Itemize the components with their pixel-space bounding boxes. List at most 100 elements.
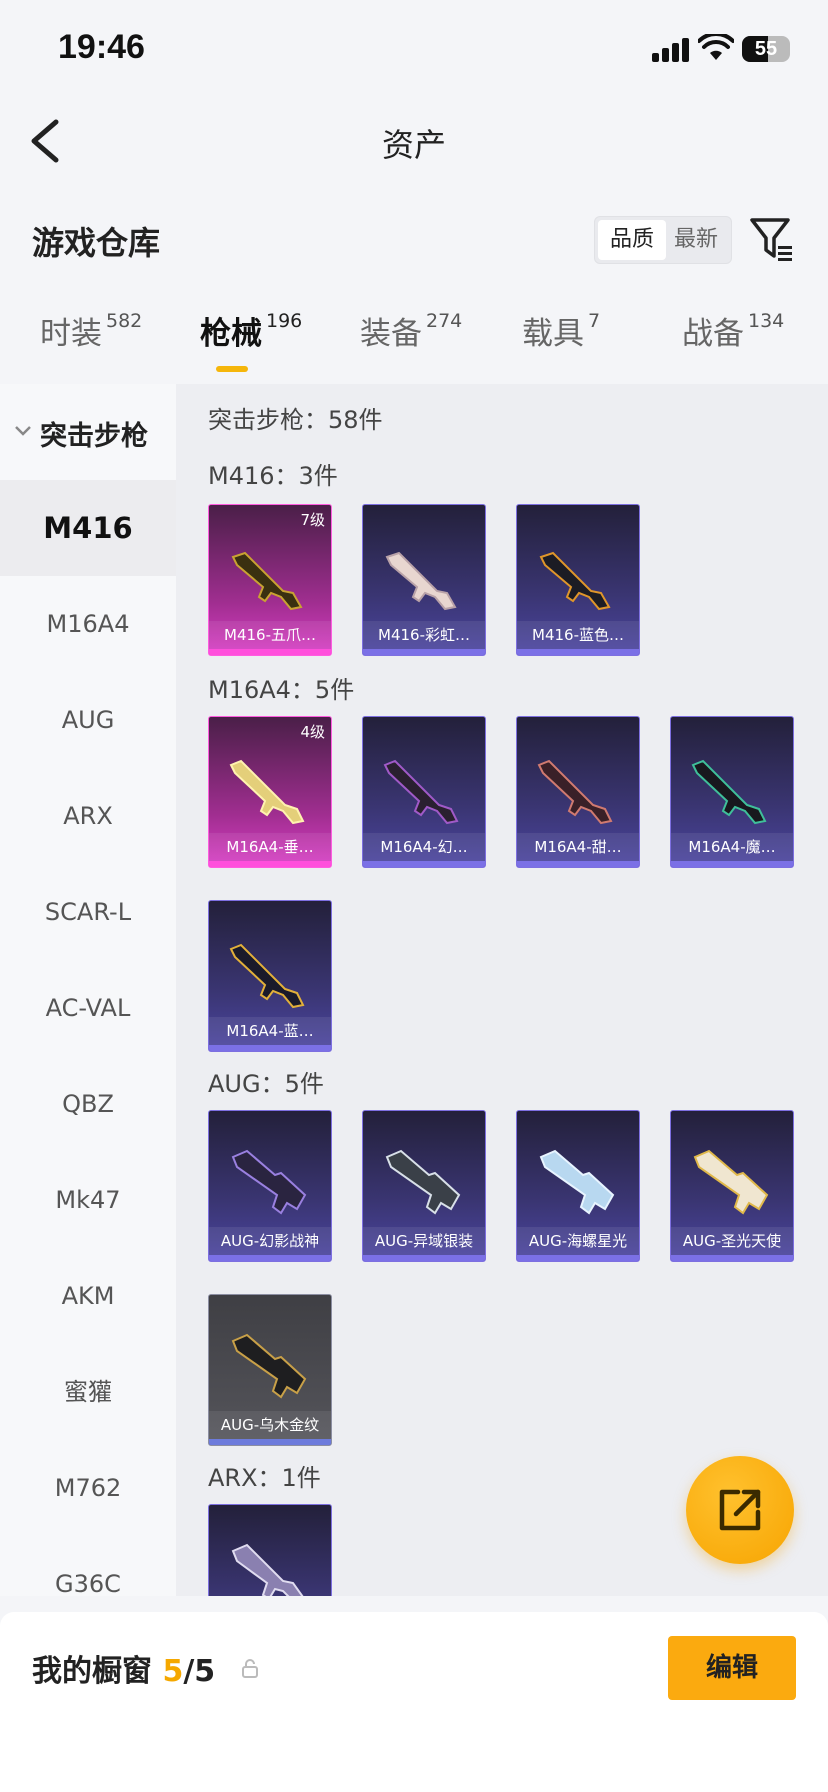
rifle-icon bbox=[383, 759, 459, 825]
skin-card[interactable]: AUG-乌木金纹 bbox=[208, 1294, 332, 1446]
tab-vehicles[interactable]: 载具 7 bbox=[522, 308, 600, 378]
nav-bar: 资产 bbox=[0, 100, 828, 180]
sidebar-item-m16a4[interactable]: M16A4 bbox=[0, 576, 176, 672]
rarity-stripe bbox=[209, 1255, 331, 1261]
tab-equipment[interactable]: 装备 274 bbox=[360, 308, 462, 378]
sort-quality-button[interactable]: 品质 bbox=[598, 220, 666, 260]
sidebar-item-akm[interactable]: AKM bbox=[0, 1248, 176, 1344]
wifi-icon bbox=[698, 34, 734, 60]
section-title: AUG：5件 bbox=[208, 1070, 324, 1098]
tab-fashion[interactable]: 时装 582 bbox=[40, 308, 142, 378]
sidebar-item-qbz[interactable]: QBZ bbox=[0, 1056, 176, 1152]
rifle-icon bbox=[231, 551, 303, 611]
sidebar-item-aug[interactable]: AUG bbox=[0, 672, 176, 768]
tab-guns[interactable]: 枪械 196 bbox=[200, 308, 302, 378]
lock-icon bbox=[242, 1659, 258, 1678]
rifle-icon bbox=[385, 1149, 461, 1215]
skin-name: M16A4-垂… bbox=[209, 833, 331, 861]
sidebar-item-m416[interactable]: M416 bbox=[0, 480, 176, 576]
tab-count: 7 bbox=[588, 310, 601, 332]
skin-card[interactable] bbox=[208, 1504, 332, 1596]
rifle-icon bbox=[385, 551, 457, 611]
skin-card[interactable]: M16A4-蓝… bbox=[208, 900, 332, 1052]
sidebar-item-arx[interactable]: ARX bbox=[0, 768, 176, 864]
rarity-stripe bbox=[209, 1045, 331, 1051]
rarity-stripe bbox=[517, 649, 639, 655]
skin-card[interactable]: M16A4-幻… bbox=[362, 716, 486, 868]
skin-name: AUG-乌木金纹 bbox=[209, 1411, 331, 1439]
rarity-stripe bbox=[363, 1255, 485, 1261]
sort-newest-button[interactable]: 最新 bbox=[662, 220, 730, 260]
active-tab-indicator bbox=[216, 366, 248, 372]
chevron-down-icon bbox=[15, 426, 31, 436]
battery-level: 55 bbox=[754, 38, 778, 60]
rarity-stripe bbox=[671, 1255, 793, 1261]
showcase-total-count: /5 bbox=[183, 1654, 216, 1689]
skin-card[interactable]: M416-彩虹… bbox=[362, 504, 486, 656]
sidebar-item-g36c[interactable]: G36C bbox=[0, 1536, 176, 1596]
sort-toggle: 品质 最新 bbox=[594, 216, 732, 264]
battery-icon: 55 bbox=[742, 36, 790, 62]
tab-label: 时装 bbox=[40, 316, 102, 352]
tab-count: 582 bbox=[106, 310, 143, 332]
section-title: ARX：1件 bbox=[208, 1464, 321, 1492]
skin-name: AUG-幻影战神 bbox=[209, 1227, 331, 1255]
category-summary: 突击步枪：58件 bbox=[208, 406, 383, 434]
sidebar-item-m762[interactable]: M762 bbox=[0, 1440, 176, 1536]
rifle-icon bbox=[539, 1149, 615, 1215]
skin-card[interactable]: 4级 M16A4-垂… bbox=[208, 716, 332, 868]
sidebar-item-mk47[interactable]: Mk47 bbox=[0, 1152, 176, 1248]
rifle-icon bbox=[231, 1543, 304, 1596]
rifle-icon bbox=[231, 1149, 307, 1215]
share-icon bbox=[719, 1489, 761, 1531]
tab-count: 196 bbox=[266, 310, 303, 332]
share-button[interactable] bbox=[686, 1456, 794, 1564]
skin-name: M416-彩虹… bbox=[363, 621, 485, 649]
showcase-title: 我的橱窗 bbox=[32, 1654, 152, 1689]
skin-card[interactable]: 7级 M416-五爪… bbox=[208, 504, 332, 656]
skin-name: AUG-圣光天使 bbox=[671, 1227, 793, 1255]
skin-card[interactable]: AUG-海螺星光 bbox=[516, 1110, 640, 1262]
rifle-icon bbox=[537, 759, 613, 825]
rifle-icon bbox=[229, 759, 305, 825]
skin-card[interactable]: AUG-异域银装 bbox=[362, 1110, 486, 1262]
sidebar-item-honey-badger[interactable]: 蜜獾 bbox=[0, 1344, 176, 1440]
sidebar-item-ac-val[interactable]: AC-VAL bbox=[0, 960, 176, 1056]
rarity-stripe bbox=[209, 1439, 331, 1445]
warehouse-header: 游戏仓库 品质 最新 bbox=[0, 210, 828, 270]
showcase-bar: 我的橱窗 5/5 编辑 bbox=[0, 1612, 828, 1792]
section-title: M16A4：5件 bbox=[208, 676, 355, 704]
tab-count: 134 bbox=[748, 310, 785, 332]
tab-supplies[interactable]: 战备 134 bbox=[682, 308, 784, 378]
rarity-stripe bbox=[517, 861, 639, 867]
rifle-icon bbox=[693, 1149, 769, 1215]
tab-count: 274 bbox=[426, 310, 463, 332]
skin-card[interactable]: M416-蓝色… bbox=[516, 504, 640, 656]
skin-name: M16A4-魔… bbox=[671, 833, 793, 861]
sidebar-group-assault-rifles[interactable]: 突击步枪 bbox=[0, 384, 176, 480]
rarity-stripe bbox=[209, 861, 331, 867]
skin-name: M16A4-蓝… bbox=[209, 1017, 331, 1045]
skin-name: M16A4-幻… bbox=[363, 833, 485, 861]
skin-card[interactable]: M16A4-魔… bbox=[670, 716, 794, 868]
skin-card[interactable]: AUG-幻影战神 bbox=[208, 1110, 332, 1262]
sidebar-item-scar-l[interactable]: SCAR-L bbox=[0, 864, 176, 960]
weapon-sidebar: 突击步枪 M416 M16A4 AUG ARX SCAR-L AC-VAL QB… bbox=[0, 384, 176, 1596]
skin-name: M416-蓝色… bbox=[517, 621, 639, 649]
filter-icon[interactable] bbox=[748, 214, 796, 264]
rifle-icon bbox=[539, 551, 611, 611]
skin-card[interactable]: M16A4-甜… bbox=[516, 716, 640, 868]
category-tabs: 时装 582 枪械 196 装备 274 载具 7 战备 134 bbox=[0, 308, 828, 380]
rarity-stripe bbox=[363, 649, 485, 655]
edit-button[interactable]: 编辑 bbox=[668, 1636, 796, 1700]
skin-name: M416-五爪… bbox=[209, 621, 331, 649]
rifle-icon bbox=[231, 1333, 307, 1399]
skin-card[interactable]: AUG-圣光天使 bbox=[670, 1110, 794, 1262]
status-time: 19:46 bbox=[58, 28, 145, 66]
tab-label: 战备 bbox=[682, 316, 744, 352]
sidebar-group-label: 突击步枪 bbox=[40, 421, 148, 452]
page-title: 资产 bbox=[381, 126, 446, 164]
rarity-stripe bbox=[517, 1255, 639, 1261]
section-title: M416：3件 bbox=[208, 462, 338, 490]
showcase-current-count: 5 bbox=[162, 1654, 184, 1689]
